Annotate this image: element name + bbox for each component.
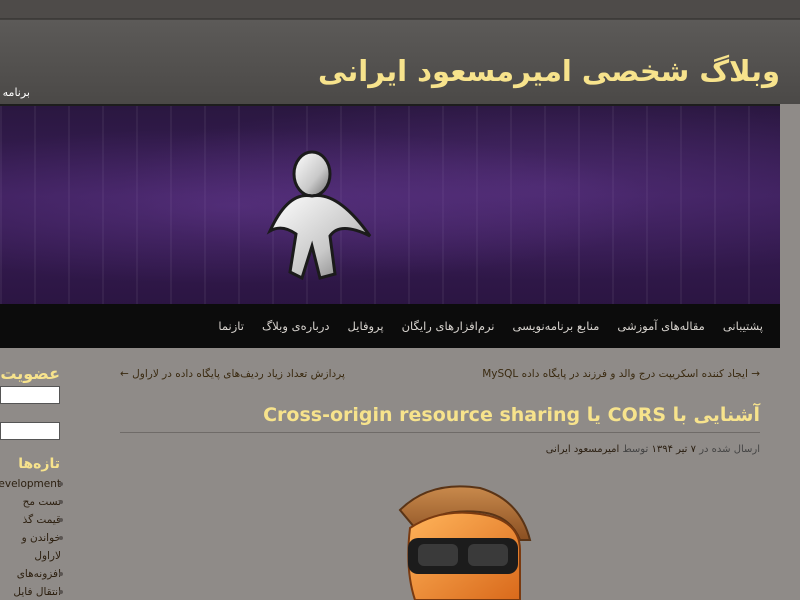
- recent-post-link[interactable]: انتقال فایل: [0, 586, 63, 600]
- person-logo-icon: [266, 150, 372, 281]
- recent-post-link[interactable]: Development: [0, 478, 63, 496]
- membership-submit-input[interactable]: [0, 422, 60, 440]
- post-navigation: → ایجاد کننده اسکریپت درج والد و فرزند د…: [120, 368, 760, 386]
- nav-item-support[interactable]: پشتیبانی: [714, 319, 772, 333]
- recent-posts-title: تازه‌ها: [18, 456, 60, 472]
- nav-item-free-software[interactable]: نرم‌افزارهای رایگان: [393, 319, 504, 333]
- post-author-link[interactable]: امیرمسعود ایرانی: [546, 444, 620, 455]
- membership-email-input[interactable]: [0, 386, 60, 404]
- site-title[interactable]: وبلاگ شخصی امیرمسعود ایرانی: [318, 54, 780, 88]
- nav-item-about[interactable]: درباره‌ی وبلاگ: [253, 319, 339, 333]
- nav-item-programming-resources[interactable]: منابع برنامه‌نویسی: [504, 319, 609, 333]
- sidebar: عضویت تازه‌ها Development تست مح قیمت گذ…: [0, 360, 65, 600]
- recent-post-link[interactable]: قیمت گذ: [0, 514, 63, 532]
- recent-post-link[interactable]: افزونه‌های: [0, 568, 63, 586]
- membership-widget-title: عضویت: [0, 364, 60, 383]
- site-description: برنامه: [2, 86, 30, 99]
- bullet-icon: [59, 500, 63, 504]
- bullet-icon: [59, 590, 63, 594]
- title-divider: [120, 432, 760, 433]
- main-navigation: تازنما درباره‌ی وبلاگ پروفایل نرم‌افزاره…: [0, 304, 780, 348]
- bullet-icon: [59, 518, 63, 522]
- header-banner: [0, 104, 780, 306]
- bullet-icon: [59, 572, 63, 576]
- post-title[interactable]: آشنایی با CORS یا Cross-origin resource …: [263, 404, 760, 426]
- recent-post-link[interactable]: خواندن و: [0, 532, 63, 550]
- previous-post-link[interactable]: → ایجاد کننده اسکریپت درج والد و فرزند د…: [482, 368, 760, 380]
- meta-prefix: ارسال شده در: [699, 444, 760, 455]
- nav-list: تازنما درباره‌ی وبلاگ پروفایل نرم‌افزاره…: [209, 304, 772, 348]
- post-meta: ارسال شده در ۷ تیر ۱۳۹۴ توسط امیرمسعود ا…: [546, 444, 760, 455]
- sunglasses-character-image: [398, 485, 532, 600]
- bullet-icon: [59, 482, 63, 486]
- meta-by: توسط: [622, 444, 649, 455]
- next-post-link[interactable]: پردازش تعداد زیاد ردیف‌های پایگاه داده د…: [120, 368, 345, 380]
- bullet-icon: [59, 536, 63, 540]
- recent-post-link[interactable]: لاراول: [0, 550, 61, 568]
- nav-item-tutorials[interactable]: مقاله‌های آموزشی: [608, 319, 713, 333]
- recent-post-link[interactable]: تست مح: [0, 496, 63, 514]
- recent-posts-list: Development تست مح قیمت گذ خواندن و لارا…: [0, 478, 63, 600]
- top-bar: [0, 0, 800, 20]
- post-date-link[interactable]: ۷ تیر ۱۳۹۴: [651, 444, 696, 455]
- site-header: برنامه وبلاگ شخصی امیرمسعود ایرانی: [0, 20, 800, 104]
- nav-item-profile[interactable]: پروفایل: [339, 319, 393, 333]
- nav-item-home[interactable]: تازنما: [209, 319, 253, 333]
